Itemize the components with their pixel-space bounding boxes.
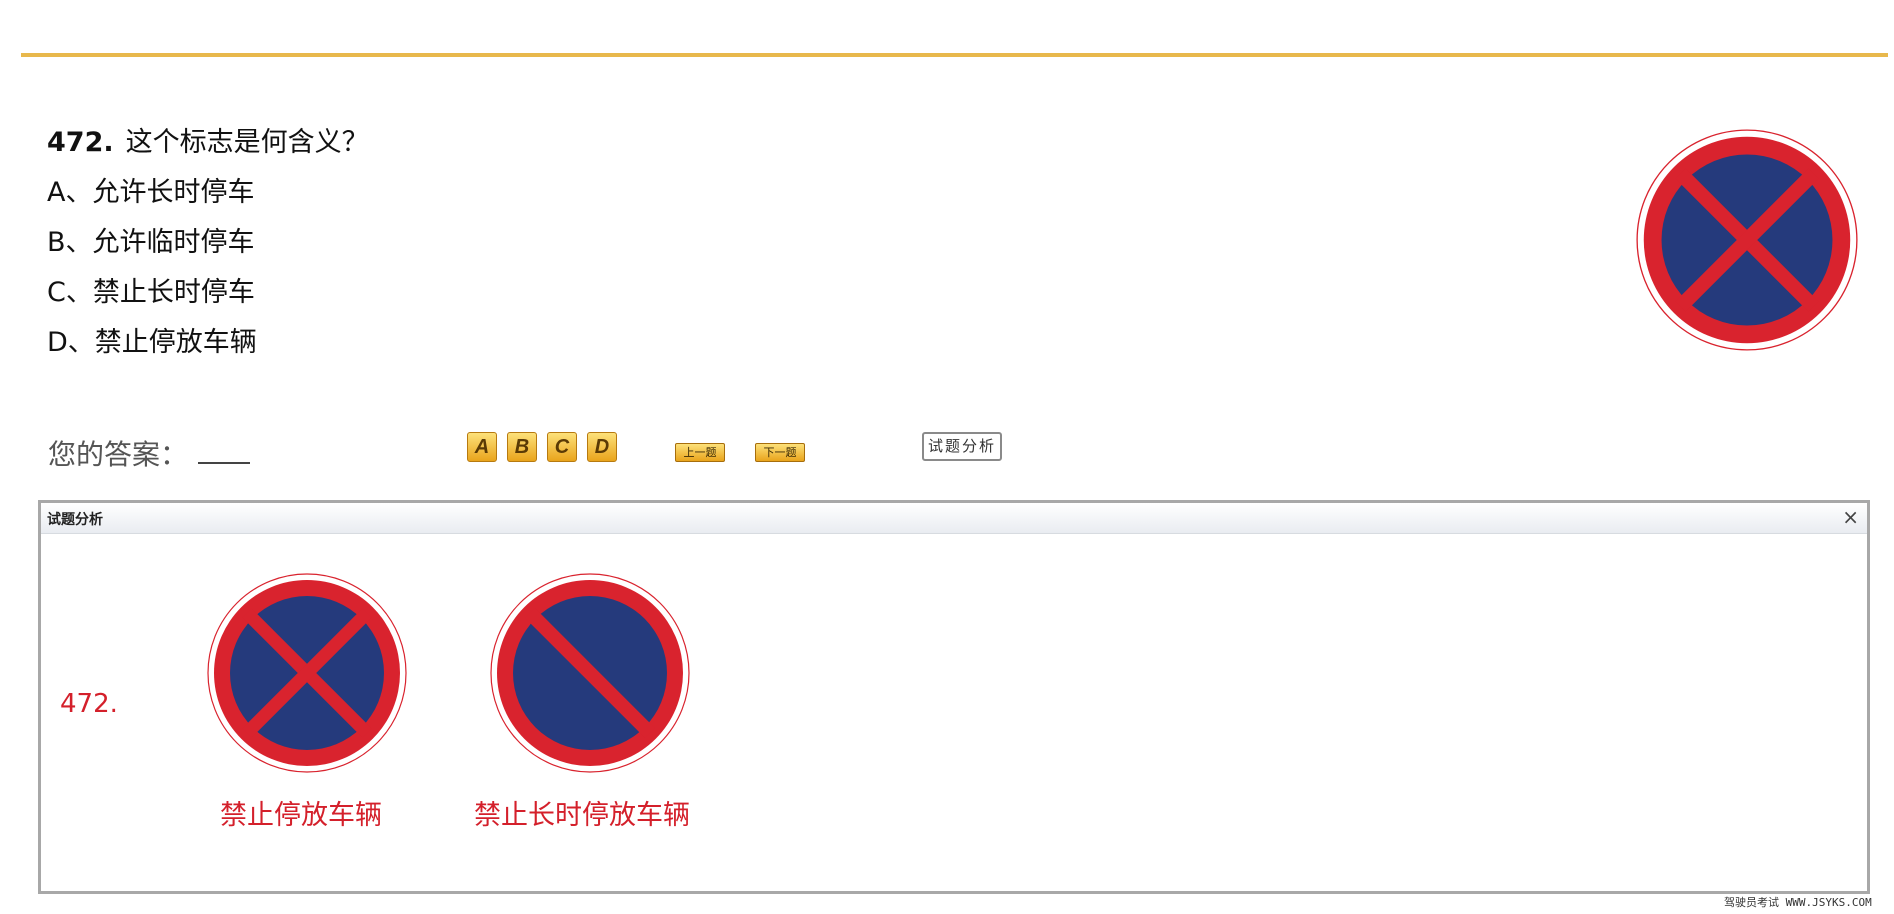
choice-d-button[interactable]: D xyxy=(587,432,617,462)
answer-blank xyxy=(198,461,251,464)
your-answer-label: 您的答案： xyxy=(48,438,189,471)
question-line: 472. 这个标志是何含义？ xyxy=(47,128,369,158)
question-number: 472. xyxy=(47,127,114,158)
choice-a-button[interactable]: A xyxy=(467,432,497,462)
analysis-question-number: 472. xyxy=(60,689,118,719)
your-answer: 您的答案： xyxy=(48,433,251,473)
watermark: 驾驶员考试 WWW.JSYKS.COM xyxy=(1724,896,1872,909)
choice-c-button[interactable]: C xyxy=(547,432,577,462)
option-c: C、禁止长时停车 xyxy=(47,277,255,308)
sign-caption-no-long-parking: 禁止长时停放车辆 xyxy=(474,800,690,831)
no-long-parking-sign-icon xyxy=(490,573,690,773)
question-text: 这个标志是何含义？ xyxy=(125,127,369,158)
choice-b-button[interactable]: B xyxy=(507,432,537,462)
top-divider xyxy=(21,53,1888,57)
no-parking-x-sign-icon xyxy=(1636,129,1858,351)
option-b: B、允许临时停车 xyxy=(47,227,255,258)
analysis-panel: 试题分析 × 472. 禁止停放车辆 禁止长时停放车辆 xyxy=(38,500,1870,894)
sign-caption-no-parking: 禁止停放车辆 xyxy=(220,800,382,831)
prev-question-button[interactable]: 上一题 xyxy=(675,443,725,462)
no-parking-x-sign-icon xyxy=(207,573,407,773)
question-block: 472. 这个标志是何含义？ A、允许长时停车 B、允许临时停车 C、禁止长时停车… xyxy=(47,128,369,358)
option-a: A、允许长时停车 xyxy=(47,177,255,208)
analysis-panel-title: 试题分析 xyxy=(47,512,103,528)
next-question-button[interactable]: 下一题 xyxy=(755,443,805,462)
option-d: D、禁止停放车辆 xyxy=(47,327,257,358)
close-icon[interactable]: × xyxy=(1842,505,1859,529)
page: 472. 这个标志是何含义？ A、允许长时停车 B、允许临时停车 C、禁止长时停车… xyxy=(0,0,1894,914)
analysis-panel-header: 试题分析 × xyxy=(41,503,1867,534)
analysis-button[interactable]: 试题分析 xyxy=(922,432,1002,461)
